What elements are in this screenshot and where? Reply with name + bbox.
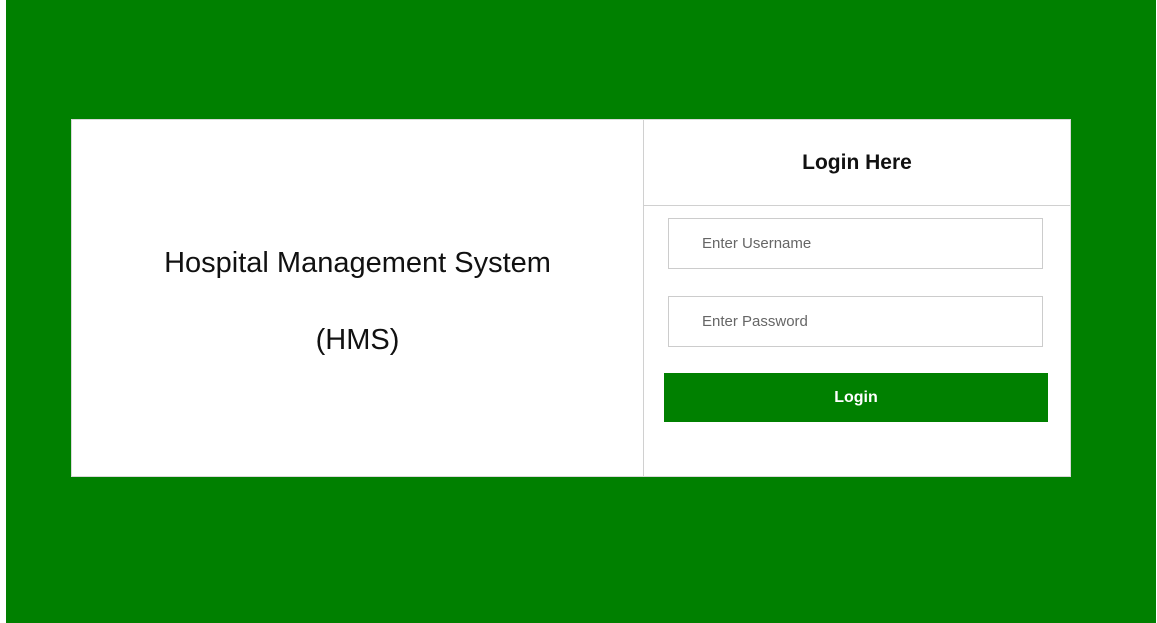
app-title: Hospital Management System — [164, 247, 551, 279]
login-panel: Login Here Login — [644, 120, 1070, 476]
login-heading: Login Here — [802, 150, 912, 174]
password-input[interactable] — [668, 296, 1043, 347]
login-header: Login Here — [644, 120, 1070, 206]
login-button[interactable]: Login — [664, 373, 1048, 422]
login-form: Login — [644, 206, 1070, 422]
username-input[interactable] — [668, 218, 1043, 269]
app-abbreviation: (HMS) — [315, 324, 400, 356]
login-card: Hospital Management System (HMS) Login H… — [71, 119, 1071, 477]
branding-panel: Hospital Management System (HMS) — [72, 120, 644, 476]
page-background: Hospital Management System (HMS) Login H… — [6, 0, 1156, 623]
